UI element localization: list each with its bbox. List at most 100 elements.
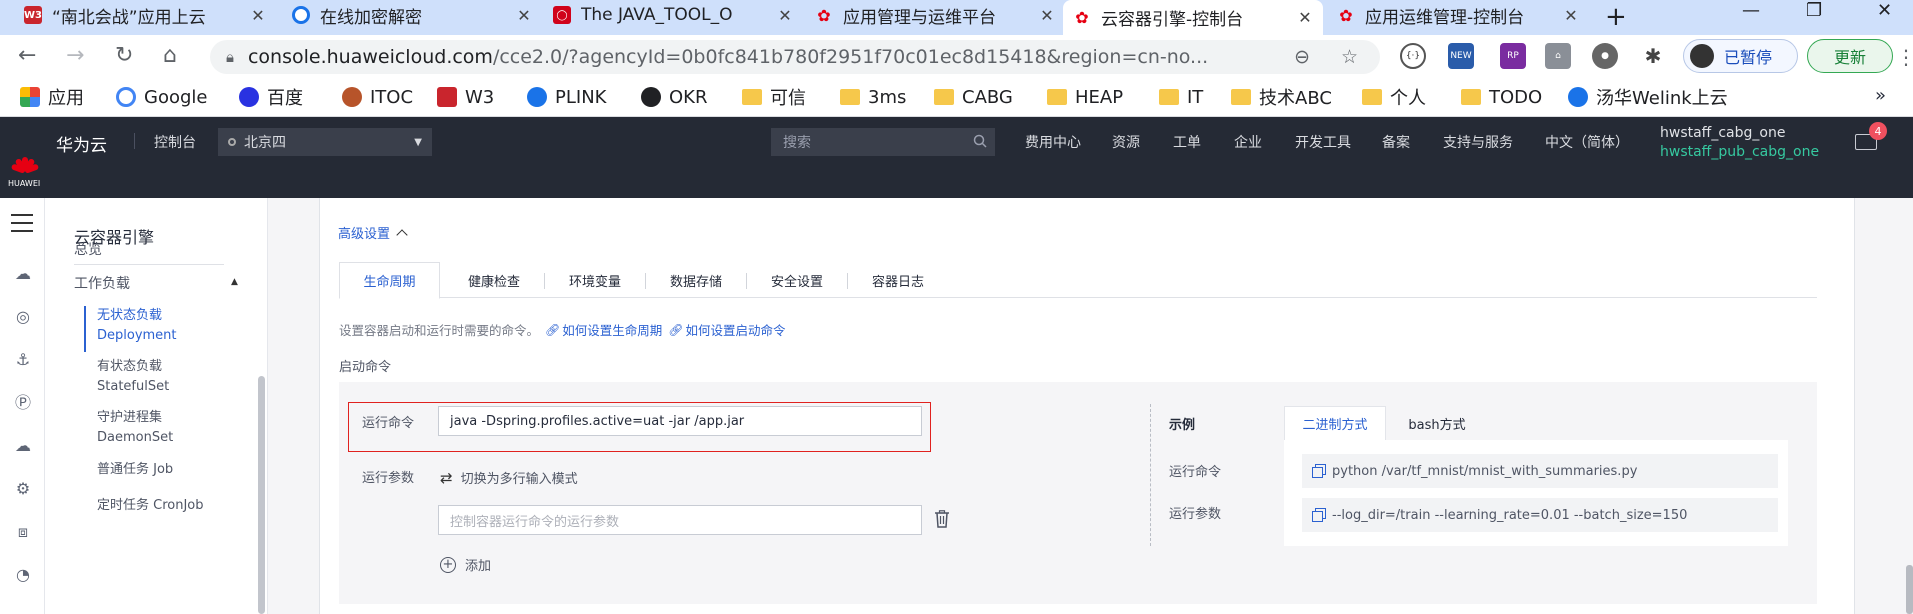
address-bar[interactable]: 🔒︎ console.huaweicloud.com/cce2.0/?agenc… — [210, 40, 1380, 74]
bookmark-folder[interactable]: 技术ABC — [1231, 86, 1332, 109]
bookmark-folder[interactable]: CABG — [934, 86, 1013, 108]
nav-tickets[interactable]: 工单 — [1173, 132, 1201, 152]
sidebar-item-daemonset[interactable]: 守护进程集 DaemonSet — [97, 408, 173, 448]
sidebar-item-job[interactable]: 普通任务 Job — [97, 460, 173, 480]
language-select[interactable]: 中文（简体） — [1545, 132, 1629, 152]
copy-icon[interactable] — [1312, 464, 1326, 478]
trash-icon[interactable] — [934, 510, 950, 528]
search-icon[interactable] — [973, 134, 987, 148]
rp-extension-icon[interactable]: RP — [1500, 43, 1526, 69]
monitor-icon[interactable]: ◔ — [13, 565, 33, 585]
run-args-input[interactable]: 控制容器运行命令的运行参数 — [438, 505, 922, 535]
tab-container-logs[interactable]: 容器日志 — [848, 262, 948, 298]
close-tab-icon[interactable]: ✕ — [1297, 8, 1313, 27]
cloud-service-icon[interactable]: ☁︎ — [13, 436, 33, 456]
tab-security[interactable]: 安全设置 — [747, 262, 847, 298]
container-icon[interactable]: ⧈ — [13, 522, 33, 542]
nav-resources[interactable]: 资源 — [1112, 132, 1140, 152]
close-tab-icon[interactable]: ✕ — [777, 6, 793, 25]
puzzle-extensions-icon[interactable]: ✱ — [1640, 43, 1666, 69]
run-command-input[interactable]: java -Dspring.profiles.active=uat -jar /… — [438, 406, 922, 436]
bookmark-itoc[interactable]: ITOC — [342, 86, 413, 108]
close-tab-icon[interactable]: ✕ — [250, 6, 266, 25]
bookmark-apps[interactable]: 应用 — [20, 86, 84, 109]
browser-menu-icon[interactable]: ⋮ — [1896, 45, 1913, 69]
menu-icon[interactable] — [11, 214, 33, 238]
minimize-icon[interactable]: — — [1742, 0, 1760, 21]
browser-tab[interactable]: W3 “南北会战”应用上云 ✕ — [14, 0, 276, 30]
forward-icon[interactable]: → — [66, 43, 84, 68]
tab-binary-mode[interactable]: 二进制方式 — [1284, 406, 1386, 440]
bookmark-folder[interactable]: 个人 — [1362, 86, 1426, 109]
bookmark-folder[interactable]: TODO — [1461, 86, 1542, 108]
help-link-lifecycle[interactable]: 🔗︎ 如何设置生命周期 — [545, 320, 662, 339]
browser-tab[interactable]: 在线加密解密 ✕ — [282, 0, 542, 30]
sidebar-item-cronjob[interactable]: 定时任务 CronJob — [97, 496, 204, 516]
console-link[interactable]: 控制台 — [154, 132, 196, 152]
region-select[interactable]: 北京四 ▼ — [218, 128, 432, 156]
nav-support[interactable]: 支持与服务 — [1443, 132, 1513, 152]
tab-env-vars[interactable]: 环境变量 — [545, 262, 645, 298]
bookmark-baidu[interactable]: 百度 — [239, 86, 303, 109]
bookmark-w3[interactable]: W3 — [437, 86, 494, 108]
tab-data-storage[interactable]: 数据存储 — [646, 262, 746, 298]
back-icon[interactable]: ← — [18, 43, 36, 68]
home-icon[interactable]: ⌂ — [163, 43, 177, 68]
update-button[interactable]: 更新 — [1807, 39, 1893, 73]
close-tab-icon[interactable]: ✕ — [516, 6, 532, 25]
bookmark-folder[interactable]: 3ms — [840, 86, 906, 108]
bookmark-okr[interactable]: OKR — [641, 86, 707, 108]
browser-tab-active[interactable]: ✿ 云容器引擎-控制台 ✕ — [1063, 0, 1323, 35]
help-link-startup-command[interactable]: 🔗︎ 如何设置启动命令 — [668, 320, 785, 339]
sidebar-item-deployment[interactable]: 无状态负载 Deployment — [97, 306, 177, 346]
restore-icon[interactable]: ❐ — [1806, 0, 1822, 21]
close-tab-icon[interactable]: ✕ — [1039, 6, 1055, 25]
tab-bash-mode[interactable]: bash方式 — [1386, 406, 1488, 440]
browser-tab[interactable]: ◯ The JAVA_TOOL_O ✕ — [543, 0, 803, 30]
nav-icp[interactable]: 备案 — [1382, 132, 1410, 152]
new-tab-icon[interactable]: + — [1605, 2, 1627, 32]
nav-dev-tools[interactable]: 开发工具 — [1295, 132, 1351, 152]
record-extension-icon[interactable]: ● — [1592, 43, 1618, 69]
bookmark-welink[interactable]: 汤华Welink上云 — [1568, 86, 1728, 109]
bookmark-star-icon[interactable]: ☆ — [1341, 46, 1358, 68]
extension-icon[interactable]: {·} — [1400, 43, 1426, 69]
bookmark-folder[interactable]: HEAP — [1047, 86, 1123, 108]
tab-lifecycle[interactable]: 生命周期 — [339, 262, 440, 299]
caret-up-icon[interactable]: ▲ — [231, 277, 238, 287]
multiline-switch[interactable]: ⇄ 切换为多行输入模式 — [440, 468, 578, 488]
sidebar-scrollbar[interactable] — [258, 376, 265, 614]
bookmark-plink[interactable]: PLINK — [527, 86, 606, 108]
anchor-icon[interactable]: ⚓︎ — [13, 350, 33, 370]
advanced-settings-toggle[interactable]: 高级设置 — [338, 223, 408, 242]
new-extension-icon[interactable]: NEW — [1448, 43, 1474, 69]
zoom-icon[interactable]: ⊖ — [1294, 46, 1310, 68]
sub-user-name[interactable]: hwstaff_pub_cabg_one — [1660, 144, 1819, 160]
brand-name[interactable]: 华为云 — [56, 131, 107, 156]
sidebar-item-overview[interactable]: 总览 — [74, 239, 102, 259]
profile-button[interactable]: 已暂停 — [1683, 39, 1798, 73]
more-bookmarks-icon[interactable]: » — [1875, 85, 1886, 106]
bookmark-google[interactable]: Google — [116, 86, 207, 108]
user-name[interactable]: hwstaff_cabg_one — [1660, 125, 1785, 141]
network-icon[interactable]: ⚙︎ — [13, 479, 33, 499]
browser-tab[interactable]: ✿ 应用运维管理-控制台 ✕ — [1327, 0, 1589, 30]
nav-billing[interactable]: 费用中心 — [1025, 132, 1081, 152]
search-input[interactable]: 搜索 — [771, 128, 995, 156]
reload-icon[interactable]: ↻ — [115, 43, 133, 68]
ip-icon[interactable]: Ⓟ — [13, 393, 33, 413]
close-window-icon[interactable]: ✕ — [1877, 0, 1892, 21]
sidebar-item-statefulset[interactable]: 有状态负载 StatefulSet — [97, 357, 169, 397]
bookmark-folder[interactable]: 可信 — [742, 86, 806, 109]
close-tab-icon[interactable]: ✕ — [1563, 6, 1579, 25]
copy-icon[interactable] — [1312, 508, 1326, 522]
add-arg-button[interactable]: + 添加 — [440, 555, 491, 574]
database-icon[interactable]: ◎ — [13, 307, 33, 327]
pdf-extension-icon[interactable]: ⌂ — [1545, 43, 1571, 69]
tab-health-check[interactable]: 健康检查 — [444, 262, 544, 298]
nav-enterprise[interactable]: 企业 — [1234, 132, 1262, 152]
sidebar-item-workloads[interactable]: 工作负载 — [74, 273, 130, 293]
page-scrollbar[interactable] — [1906, 565, 1913, 614]
browser-tab[interactable]: ✿ 应用管理与运维平台 ✕ — [805, 0, 1065, 30]
bookmark-folder[interactable]: IT — [1159, 86, 1203, 108]
